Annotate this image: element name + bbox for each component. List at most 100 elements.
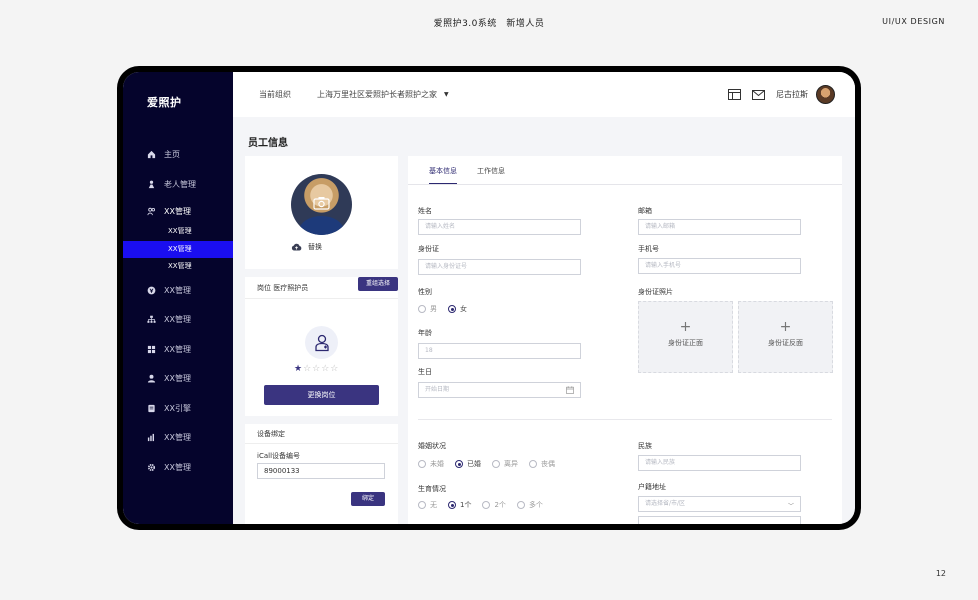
email-input[interactable]: 请输入邮箱 [638, 219, 801, 235]
org-selector[interactable]: 上海万里社区爱照护长者照护之家 ▼ [317, 89, 449, 100]
replace-photo-button[interactable]: 替换 [291, 242, 322, 252]
sidebar-item-label: XX管理 [164, 344, 191, 355]
tab-bar: 基本信息 工作信息 [408, 156, 842, 185]
name-label: 姓名 [418, 206, 432, 216]
slide-title: 爱照护3.0系统 新增人员 [0, 16, 978, 29]
birthday-placeholder: 开始日期 [425, 386, 449, 393]
plus-icon: + [639, 320, 732, 334]
bind-button[interactable]: 绑定 [351, 492, 385, 506]
tab-work-info[interactable]: 工作信息 [477, 166, 505, 184]
section-divider [418, 419, 832, 420]
marital-radio-divorced[interactable]: 离异 [492, 459, 518, 469]
user-name[interactable]: 尼古拉斯 [776, 89, 808, 100]
marital-radio-single[interactable]: 未婚 [418, 459, 444, 469]
id-back-upload[interactable]: + 身份证反面 [738, 301, 833, 373]
chevron-down-icon: ﹀ [788, 500, 794, 514]
tab-basic-info[interactable]: 基本信息 [429, 166, 457, 184]
sidebar-item-stats[interactable]: XX管理 [123, 423, 233, 453]
bar-chart-icon [147, 433, 156, 442]
sidebar-item-person[interactable]: XX管理 [123, 364, 233, 394]
children-radio-none[interactable]: 无 [418, 500, 437, 510]
children-radio-many[interactable]: 多个 [517, 500, 543, 510]
sidebar-item-label: XX管理 [164, 285, 191, 296]
sidebar-item-label: 主页 [164, 149, 180, 160]
sidebar-item-org[interactable]: XX管理 [123, 305, 233, 335]
document-icon [147, 404, 156, 413]
app-logo: 爱照护 [123, 94, 233, 110]
hukou-detail-input[interactable] [638, 516, 801, 524]
sidebar-item-home[interactable]: 主页 [123, 140, 233, 170]
sidebar-item-group[interactable]: XX管理 [123, 199, 233, 223]
marital-label: 婚姻状况 [418, 441, 446, 451]
org-chart-icon [147, 315, 156, 324]
marital-radio-married[interactable]: 已婚 [455, 459, 481, 469]
camera-icon [313, 196, 330, 210]
brand-tag: UI/UX DESIGN [882, 17, 945, 26]
device-number-label: iCall设备编号 [257, 451, 300, 461]
sidebar-item-label: XX管理 [164, 462, 191, 473]
birthday-input[interactable]: 开始日期 [418, 382, 581, 398]
gender-radio-male[interactable]: 男 [418, 304, 437, 314]
home-icon [147, 150, 156, 159]
ethnicity-input[interactable]: 请输入民族 [638, 455, 801, 471]
group-icon [147, 207, 156, 216]
marital-radio-group: 未婚 已婚 离异 丧偶 [418, 459, 566, 469]
device-number-input[interactable]: 89000133 [257, 463, 385, 479]
change-role-button[interactable]: 更换岗位 [264, 385, 379, 405]
mail-icon[interactable] [751, 88, 765, 102]
sidebar-item-label: XX管理 [164, 432, 191, 443]
hukou-label: 户籍地址 [638, 482, 666, 492]
page-title: 员工信息 [248, 134, 843, 156]
sidebar-item-label: XX管理 [164, 206, 191, 217]
cloud-upload-icon [291, 243, 302, 251]
plus-icon: + [739, 320, 832, 334]
table-icon[interactable] [727, 88, 741, 102]
repick-button[interactable]: 重组选择 [358, 277, 398, 291]
sidebar-subitem[interactable]: XX管理 [123, 258, 233, 276]
sidebar-item-elder[interactable]: 老人管理 [123, 170, 233, 200]
rating-stars[interactable]: ★☆☆☆☆ [294, 364, 339, 374]
main-area: 当前组织 上海万里社区爱照护长者照护之家 ▼ 尼古拉斯 员工信息 [233, 72, 855, 524]
id-photo-label: 身份证照片 [638, 287, 673, 297]
id-back-caption: 身份证反面 [739, 338, 832, 348]
role-card: 岗位 医疗照护员 重组选择 ★☆☆☆☆ 更换岗位 [245, 277, 398, 416]
hukou-select[interactable]: 请选择省/市/区 ﹀ [638, 496, 801, 512]
sidebar-item-engine[interactable]: XX引擎 [123, 394, 233, 424]
name-input[interactable]: 请输入姓名 [418, 219, 581, 235]
id-front-upload[interactable]: + 身份证正面 [638, 301, 733, 373]
age-input[interactable]: 18 [418, 343, 581, 359]
sidebar-item-label: XX引擎 [164, 403, 191, 414]
gender-radio-group: 男 女 [418, 304, 478, 314]
sidebar-item-settings[interactable]: XX管理 [123, 453, 233, 483]
sidebar-subitem-active[interactable]: XX管理 [123, 241, 233, 259]
sidebar-item-grid[interactable]: XX管理 [123, 335, 233, 365]
app-screen: 爱照护 主页 老人管理 XX管理 XX管理 XX管理 XX管理 XX管理 [123, 72, 855, 524]
phone-input[interactable]: 请输入手机号 [638, 258, 801, 274]
id-card-label: 身份证 [418, 244, 439, 254]
children-radio-two[interactable]: 2个 [482, 500, 505, 510]
sidebar-item-label: XX管理 [164, 373, 191, 384]
person-icon [147, 374, 156, 383]
phone-label: 手机号 [638, 244, 659, 254]
org-label: 当前组织 [259, 89, 291, 100]
id-card-input[interactable]: 请输入身份证号 [418, 259, 581, 275]
avatar[interactable] [816, 85, 835, 104]
content: 员工信息 替换 岗位 医疗照护员 重组选择 [233, 117, 855, 524]
page-number: 12 [936, 569, 946, 578]
sidebar-item-coin[interactable]: XX管理 [123, 276, 233, 306]
email-label: 邮箱 [638, 206, 652, 216]
children-radio-one[interactable]: 1个 [448, 500, 471, 510]
grid-icon [147, 345, 156, 354]
marital-radio-widowed[interactable]: 丧偶 [529, 459, 555, 469]
employee-photo[interactable] [291, 174, 352, 235]
topbar-actions: 尼古拉斯 [717, 85, 835, 104]
coin-icon [147, 286, 156, 295]
elder-icon [147, 180, 156, 189]
org-value: 上海万里社区爱照护长者照护之家 [317, 89, 437, 100]
birthday-label: 生日 [418, 367, 432, 377]
sidebar-subitem[interactable]: XX管理 [123, 223, 233, 241]
calendar-icon [566, 386, 574, 394]
ethnicity-label: 民族 [638, 441, 652, 451]
sidebar: 爱照护 主页 老人管理 XX管理 XX管理 XX管理 XX管理 XX管理 [123, 72, 233, 524]
gender-radio-female[interactable]: 女 [448, 304, 467, 314]
